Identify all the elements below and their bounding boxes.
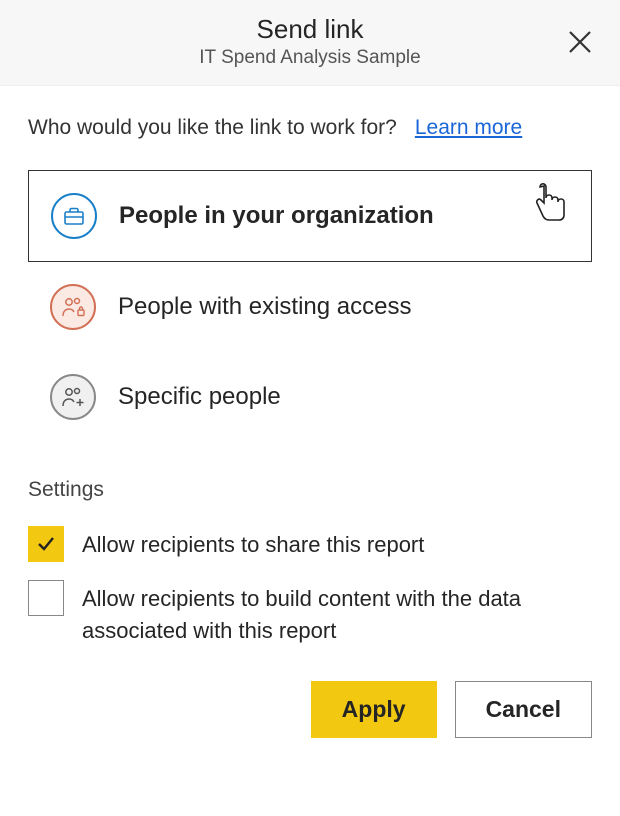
dialog-subtitle: IT Spend Analysis Sample <box>20 47 600 69</box>
apply-button[interactable]: Apply <box>311 681 437 738</box>
option-specific-people[interactable]: Specific people <box>28 352 592 442</box>
learn-more-link[interactable]: Learn more <box>415 116 522 140</box>
option-label: People with existing access <box>118 293 411 321</box>
close-icon <box>567 29 593 55</box>
dialog-title: Send link <box>20 14 600 45</box>
checkmark-icon <box>35 533 57 555</box>
setting-label: Allow recipients to share this report <box>82 526 424 561</box>
option-label: People in your organization <box>119 202 434 230</box>
people-plus-icon <box>50 374 96 420</box>
prompt-text: Who would you like the link to work for? <box>28 116 397 140</box>
option-people-in-organization[interactable]: People in your organization <box>28 170 592 262</box>
dialog-actions: Apply Cancel <box>28 681 592 738</box>
close-button[interactable] <box>562 24 598 60</box>
setting-label: Allow recipients to build content with t… <box>82 580 592 647</box>
checkbox-allow-build[interactable] <box>28 580 64 616</box>
dialog-body: Who would you like the link to work for?… <box>0 86 620 758</box>
briefcase-icon <box>51 193 97 239</box>
pointer-cursor-icon <box>529 179 571 232</box>
people-lock-icon <box>50 284 96 330</box>
dialog-header: Send link IT Spend Analysis Sample <box>0 0 620 86</box>
setting-allow-share: Allow recipients to share this report <box>28 526 592 562</box>
prompt-row: Who would you like the link to work for?… <box>28 116 592 140</box>
setting-allow-build: Allow recipients to build content with t… <box>28 580 592 647</box>
checkbox-allow-share[interactable] <box>28 526 64 562</box>
option-label: Specific people <box>118 383 281 411</box>
link-scope-options: People in your organization People with … <box>28 170 592 442</box>
settings-heading: Settings <box>28 478 592 502</box>
cancel-button[interactable]: Cancel <box>455 681 592 738</box>
option-people-existing-access[interactable]: People with existing access <box>28 262 592 352</box>
